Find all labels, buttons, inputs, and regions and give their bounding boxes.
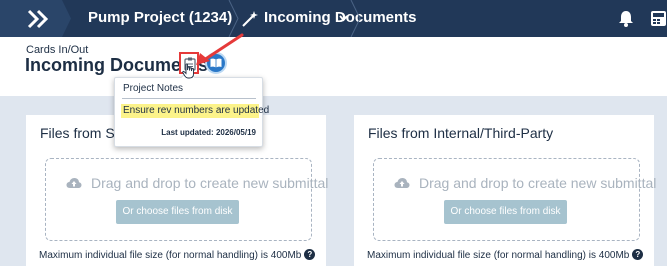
dropzone[interactable]: Drag and drop to create new submittal Or… bbox=[45, 158, 328, 241]
panel-title: Files from Su bbox=[40, 125, 123, 141]
popover-title: Project Notes bbox=[123, 83, 184, 94]
choose-files-button[interactable]: Or choose files from disk bbox=[116, 200, 239, 224]
home-breadcrumb[interactable] bbox=[0, 0, 71, 37]
dropzone-text: Drag and drop to create new submittal bbox=[91, 175, 329, 191]
max-file-size-label: Maximum individual file size (for normal… bbox=[367, 250, 630, 261]
hand-cursor-icon bbox=[182, 63, 194, 79]
bell-icon[interactable] bbox=[618, 10, 634, 27]
max-file-size-text: Maximum individual file size (for normal… bbox=[39, 249, 316, 261]
cloud-upload-icon bbox=[394, 178, 410, 188]
magic-wand-icon bbox=[242, 11, 258, 27]
dropzone-text: Drag and drop to create new submittal bbox=[419, 175, 657, 191]
max-file-size-text: Maximum individual file size (for normal… bbox=[367, 249, 644, 261]
project-note-text: Ensure rev numbers are updated bbox=[121, 104, 270, 118]
last-updated-label: Last updated: bbox=[161, 128, 214, 137]
panel-title: Files from Internal/Third-Party bbox=[368, 125, 554, 141]
max-file-size-label: Maximum individual file size (for normal… bbox=[39, 250, 302, 261]
calculator-icon[interactable] bbox=[650, 10, 667, 27]
dropzone[interactable]: Drag and drop to create new submittal Or… bbox=[373, 158, 656, 241]
cloud-upload-icon bbox=[66, 178, 82, 188]
last-updated-date: 2026/05/19 bbox=[215, 128, 256, 137]
breadcrumb-project[interactable]: Pump Project (1234) bbox=[88, 9, 232, 26]
help-icon[interactable]: ? bbox=[304, 249, 316, 260]
top-nav-bar: Pump Project (1234) Incoming Documents bbox=[0, 0, 667, 37]
project-notes-popover: Project Notes Ensure rev numbers are upd… bbox=[114, 69, 270, 147]
choose-files-button[interactable]: Or choose files from disk bbox=[444, 200, 567, 224]
help-icon[interactable]: ? bbox=[632, 249, 644, 260]
panel-files-from-internal: Files from Internal/Third-Party Drag and… bbox=[354, 115, 656, 266]
double-chevron-icon bbox=[27, 9, 49, 29]
chevron-down-icon[interactable] bbox=[339, 14, 348, 23]
breadcrumb-separator bbox=[350, 0, 361, 37]
last-updated: Last updated: 2026/05/19 bbox=[161, 128, 256, 137]
divider bbox=[122, 98, 256, 99]
